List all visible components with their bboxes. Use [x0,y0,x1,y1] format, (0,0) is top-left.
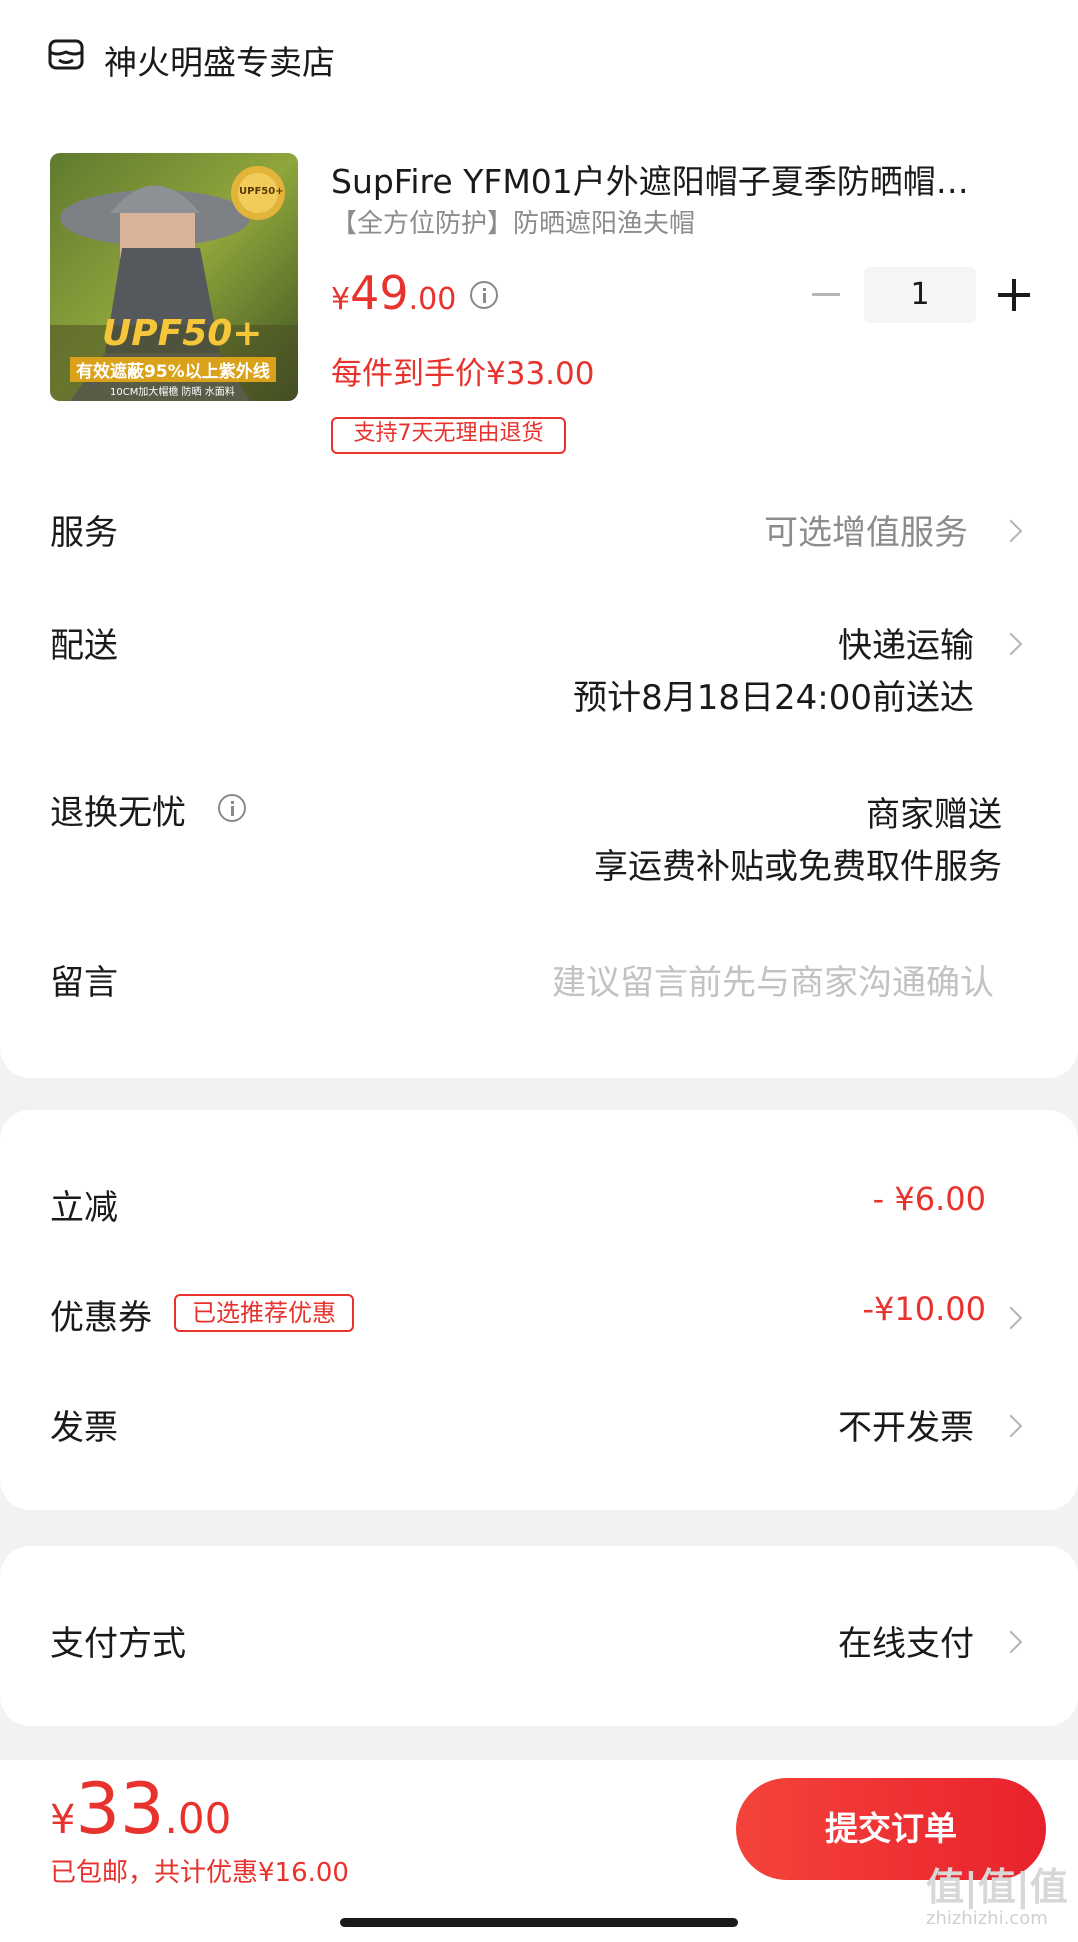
instant-discount-row: 立减 - ¥6.00 [0,1180,1078,1240]
return-detail: 享运费补贴或免费取件服务 [594,847,1002,887]
payment-label: 支付方式 [50,1624,186,1664]
image-banner: 有效遮蔽95%以上紫外线 [70,357,276,382]
return-label: 退换无忧 [50,793,186,833]
product-title[interactable]: SupFire YFM01户外遮阳帽子夏季防晒帽… [331,155,969,203]
final-price: 每件到手价¥33.00 [331,356,595,392]
image-caption: 10CM加大帽檐 防晒 水面料 [110,387,235,398]
product-price: ¥49.00 [331,266,456,320]
price-info-icon[interactable] [470,281,498,309]
coupon-tag-text: 已选推荐优惠 [192,1299,336,1327]
discount-card: 立减 - ¥6.00 优惠券 已选推荐优惠 -¥10.00 发票 不开发票 [0,1110,1078,1510]
quantity-stepper: 1 [812,267,1034,323]
total-decimal: .00 [164,1794,232,1843]
coupon-tag: 已选推荐优惠 [174,1294,354,1332]
product-subtitle: 【全方位防护】防晒遮阳渔夫帽 [331,209,696,239]
return-policy-tag: 支持7天无理由退货 [331,417,566,454]
payment-row[interactable]: 支付方式 在线支付 [0,1616,1078,1676]
delivery-row[interactable]: 配送 快递运输 预计8月18日24:00前送达 [0,618,1078,718]
invoice-value: 不开发票 [838,1408,974,1448]
chevron-right-icon [999,1630,1023,1654]
price-decimal: .00 [408,282,457,317]
payment-card: 支付方式 在线支付 [0,1546,1078,1726]
delivery-estimate: 预计8月18日24:00前送达 [573,678,974,718]
invoice-label: 发票 [50,1408,118,1448]
chevron-right-icon [999,1414,1023,1438]
increase-button[interactable] [998,279,1030,311]
payment-value: 在线支付 [838,1624,974,1664]
message-input[interactable]: 建议留言前先与商家沟通确认 [552,955,994,1004]
return-row: 退换无忧 商家赠送 享运费补贴或免费取件服务 [0,785,1078,887]
checkout-bar: ¥33.00 已包邮，共计优惠¥16.00 提交订单 值|值|值 zhizhiz… [0,1760,1078,1942]
instant-discount-value: - ¥6.00 [872,1180,986,1218]
quantity-field[interactable]: 1 [864,267,976,323]
price-symbol: ¥ [331,282,351,317]
instant-discount-label: 立减 [50,1188,118,1228]
image-upf-text: UPF50+ [102,313,263,354]
message-label: 留言 [50,963,118,1003]
chevron-right-icon [999,632,1023,656]
order-summary: 已包邮，共计优惠¥16.00 [50,1858,349,1888]
invoice-row[interactable]: 发票 不开发票 [0,1400,1078,1460]
submit-order-label: 提交订单 [825,1809,957,1848]
image-badge: UPF50+ [239,186,284,197]
info-icon[interactable] [218,794,246,822]
total-price: ¥33.00 [50,1768,231,1850]
delivery-label: 配送 [50,626,118,666]
service-value: 可选增值服务 [764,513,968,553]
return-policy-text: 支持7天无理由退货 [353,421,544,446]
message-row: 留言 建议留言前先与商家沟通确认 [0,955,1078,1015]
service-row[interactable]: 服务 可选增值服务 [0,505,1078,585]
chevron-right-icon [999,1306,1023,1330]
total-integer: 33 [75,1768,165,1850]
coupon-value: -¥10.00 [862,1290,986,1328]
total-symbol: ¥ [50,1797,76,1843]
return-value: 商家赠送 [866,795,1002,835]
store-icon [48,38,84,72]
price-integer: 49 [350,266,409,320]
store-name: 神火明盛专卖店 [104,43,335,82]
order-card: 神火明盛专卖店 UPF50+ UPF50+ 有效遮蔽95%以上紫外线 10CM加… [0,0,1078,1078]
delivery-value: 快递运输 [838,626,974,666]
home-indicator [340,1918,738,1927]
product-image[interactable]: UPF50+ UPF50+ 有效遮蔽95%以上紫外线 10CM加大帽檐 防晒 水… [50,153,298,401]
chevron-right-icon [999,519,1023,543]
quantity-value: 1 [910,277,930,312]
service-label: 服务 [50,513,118,553]
decrease-button[interactable] [812,293,840,296]
watermark-logo: 值|值|值 [926,1865,1068,1909]
coupon-label: 优惠券 [50,1298,152,1338]
watermark-url: zhizhizhi.com [926,1908,1048,1929]
coupon-row[interactable]: 优惠券 已选推荐优惠 -¥10.00 [0,1290,1078,1350]
